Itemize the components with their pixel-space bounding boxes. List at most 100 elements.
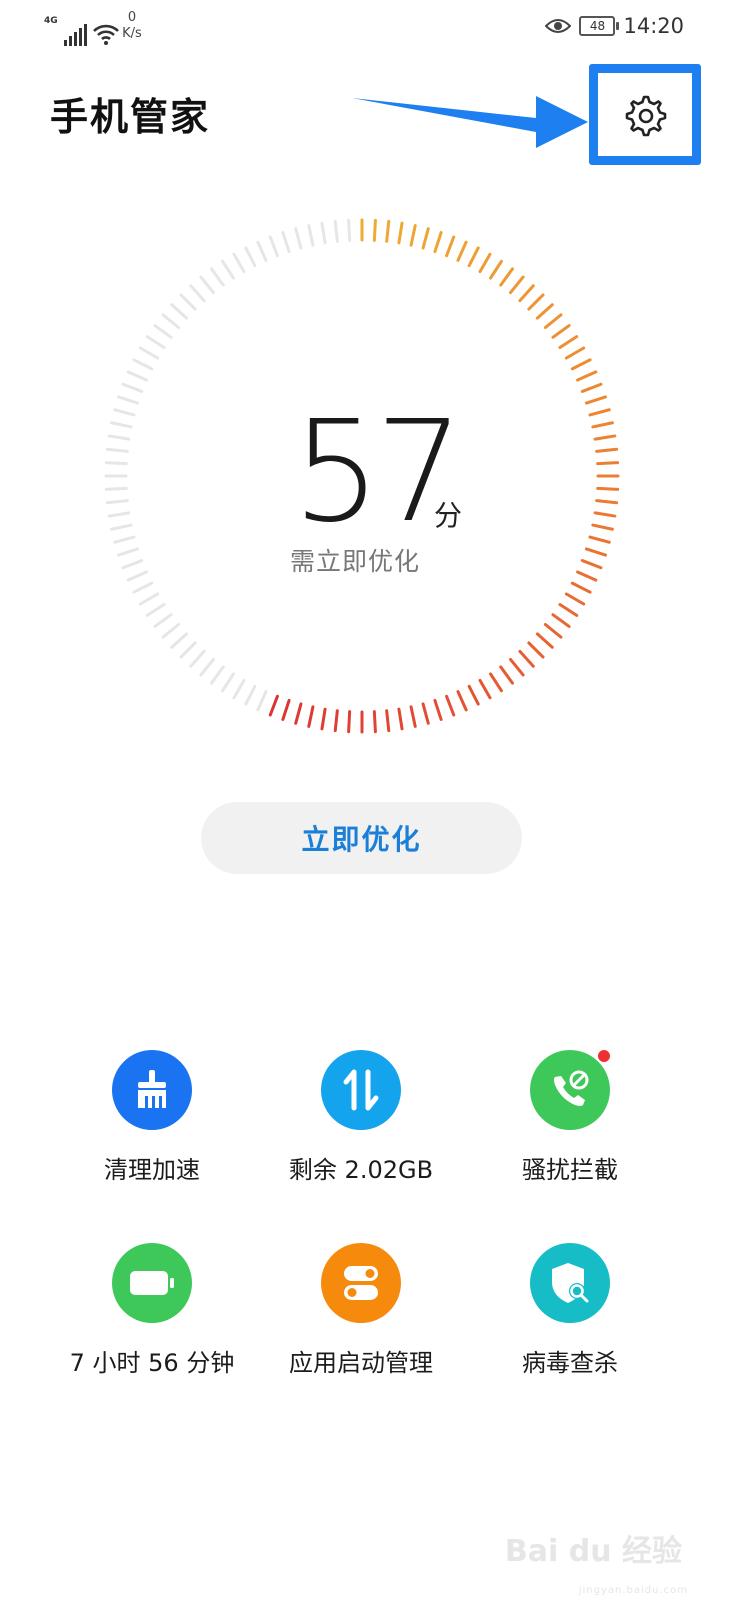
gauge-tick-filled — [433, 698, 443, 721]
gauge-tick-empty — [179, 641, 197, 659]
gauge-tick-filled — [421, 702, 430, 725]
feature-virus-scan[interactable]: 病毒查杀 — [470, 1243, 670, 1378]
gear-icon — [625, 95, 667, 136]
gauge-tick-empty — [281, 231, 291, 254]
gauge-tick-filled — [593, 434, 617, 441]
gauge-tick-filled — [543, 313, 563, 329]
gauge-tick-empty — [145, 335, 166, 349]
page-title: 手机管家 — [50, 95, 211, 139]
gauge-tick-empty — [104, 461, 128, 466]
gauge-tick-filled — [596, 486, 620, 491]
gauge-tick-filled — [551, 613, 571, 628]
feature-storage[interactable]: 剩余 2.02GB — [261, 1050, 461, 1185]
gauge-tick-empty — [161, 623, 181, 639]
feature-cleanup[interactable]: 清理加速 — [52, 1050, 252, 1185]
gauge-tick-filled — [551, 324, 571, 339]
gauge-tick-empty — [268, 235, 279, 258]
gauge-tick-filled — [518, 649, 535, 668]
gauge-tick-filled — [385, 219, 391, 243]
gauge-tick-filled — [489, 672, 503, 693]
gauge-tick-filled — [467, 246, 480, 268]
gauge-tick-empty — [347, 218, 352, 242]
gauge-tick-filled — [593, 511, 617, 518]
feature-icon-circle — [112, 1050, 192, 1130]
gauge-tick-filled — [535, 303, 554, 320]
feature-icon-circle — [530, 1243, 610, 1323]
notification-badge — [596, 1048, 612, 1064]
gauge-tick-filled — [478, 678, 492, 700]
gauge-tick-filled — [445, 235, 456, 258]
gauge-tick-filled — [489, 259, 503, 280]
gauge-tick-empty — [199, 657, 215, 677]
gauge-tick-empty — [189, 649, 206, 668]
battery-icon: 48 — [579, 16, 620, 36]
gauge-tick-filled — [499, 267, 514, 287]
feature-label: 7 小时 56 分钟 — [69, 1349, 235, 1377]
gauge-tick-filled — [588, 535, 611, 544]
watermark-logo: Bai du 经验 — [504, 1534, 682, 1569]
gauge-tick-empty — [221, 259, 235, 280]
gauge-tick-filled — [564, 592, 586, 606]
gauge-tick-empty — [110, 421, 133, 429]
feature-label: 清理加速 — [104, 1156, 200, 1184]
gauge-tick-filled — [584, 547, 607, 557]
gauge-tick-empty — [189, 284, 206, 303]
gauge-tick-empty — [132, 581, 154, 594]
gauge-tick-empty — [105, 499, 129, 505]
gauge-tick-filled — [307, 705, 315, 728]
gauge-tick-filled — [385, 709, 391, 733]
gauge-tick-empty — [104, 486, 128, 491]
optimize-button[interactable]: 立即优化 — [201, 802, 522, 874]
feature-battery[interactable]: 7 小时 56 分钟 — [52, 1243, 252, 1378]
feature-icon-circle — [321, 1243, 401, 1323]
gauge-tick-empty — [199, 275, 215, 295]
gauge-tick-filled — [372, 218, 377, 242]
gauge-tick-filled — [445, 694, 456, 717]
feature-icon-circle — [530, 1048, 612, 1130]
gauge-tick-empty — [113, 408, 136, 417]
network-speed-unit: K/s — [122, 26, 142, 41]
gauge-tick-empty — [244, 246, 257, 268]
feature-app-launch[interactable]: 应用启动管理 — [261, 1243, 461, 1378]
gauge-tick-filled — [564, 346, 586, 360]
gauge-tick-empty — [153, 324, 173, 339]
gauge-tick-empty — [138, 346, 160, 360]
gauge-tick-filled — [509, 275, 525, 295]
gauge-tick-filled — [527, 641, 545, 659]
signal-icon — [63, 24, 87, 46]
gauge-tick-empty — [138, 592, 160, 606]
score-caption: 需立即优化 — [290, 547, 421, 576]
gauge-tick-empty — [294, 227, 303, 250]
eye-icon — [545, 19, 572, 33]
gauge-tick-filled — [591, 421, 614, 429]
gauge-tick-filled — [456, 240, 468, 262]
gauge-tick-filled — [596, 461, 620, 466]
gauge-tick-filled — [433, 231, 443, 254]
gauge-tick-filled — [372, 710, 377, 734]
gauge-tick-empty — [113, 535, 136, 544]
gauge-tick-empty — [105, 447, 129, 453]
score-unit: 分 — [434, 499, 463, 532]
gauge-tick-filled — [294, 702, 303, 725]
feature-harassment-block[interactable]: 骚扰拦截 — [470, 1048, 670, 1185]
feature-icon-circle — [112, 1243, 192, 1323]
settings-button[interactable] — [589, 64, 701, 165]
gauge-tick-empty — [210, 267, 225, 287]
gauge-tick-empty — [107, 511, 131, 518]
gauge-tick-filled — [558, 603, 579, 617]
gauge-tick-filled — [518, 284, 535, 303]
toggle-icon — [344, 1266, 378, 1300]
gauge-tick-filled — [595, 447, 619, 453]
gauge-tick-filled — [409, 224, 417, 247]
gauge-tick-filled — [333, 709, 339, 733]
gauge-tick-empty — [244, 684, 257, 706]
broom-icon — [138, 1070, 166, 1108]
gauge-tick-filled — [281, 698, 291, 721]
gauge-tick-filled — [570, 581, 592, 594]
gauge-tick-empty — [117, 547, 140, 557]
phone-block-icon — [554, 1070, 589, 1106]
gauge-tick-empty — [232, 678, 246, 700]
gauge-tick-filled — [580, 559, 603, 570]
gauge-tick-filled — [580, 382, 603, 393]
gauge-tick-empty — [107, 434, 131, 441]
